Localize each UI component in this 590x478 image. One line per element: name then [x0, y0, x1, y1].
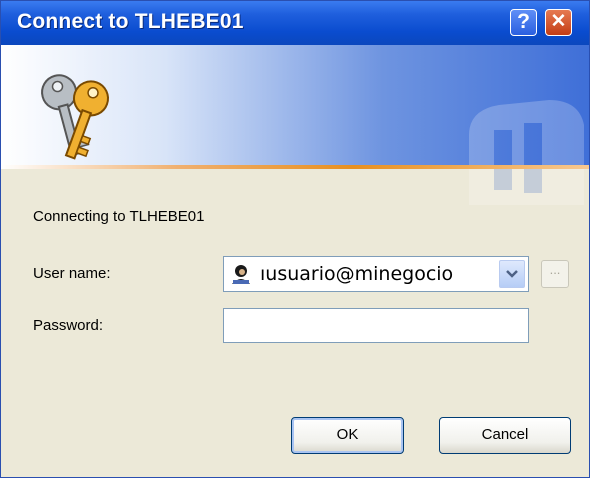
cancel-button[interactable]: Cancel — [439, 417, 571, 454]
close-button[interactable]: ✕ — [545, 9, 572, 36]
user-dropdown-button[interactable] — [499, 260, 525, 288]
chevron-down-icon — [506, 270, 518, 278]
ok-button[interactable]: OK — [291, 417, 404, 454]
watermark-icon — [469, 100, 584, 205]
title-bar[interactable]: Connect to TLHEBE01 ? ✕ — [1, 1, 589, 45]
help-button[interactable]: ? — [510, 9, 537, 36]
user-name-combobox[interactable]: ıusuario@minegocio — [223, 256, 529, 292]
banner-accent-line — [1, 165, 589, 169]
password-input[interactable] — [223, 308, 529, 343]
user-name-value: ıusuario@minegocio — [260, 263, 454, 285]
connect-dialog: Connect to TLHEBE01 ? ✕ Connecting to TL… — [0, 0, 590, 478]
browse-users-button[interactable]: ... — [541, 260, 569, 288]
connecting-message: Connecting to TLHEBE01 — [33, 208, 205, 225]
user-icon — [231, 265, 251, 284]
window-title: Connect to TLHEBE01 — [17, 10, 244, 33]
keys-icon — [41, 74, 109, 160]
user-name-label: User name: — [33, 265, 111, 282]
password-label: Password: — [33, 317, 104, 334]
